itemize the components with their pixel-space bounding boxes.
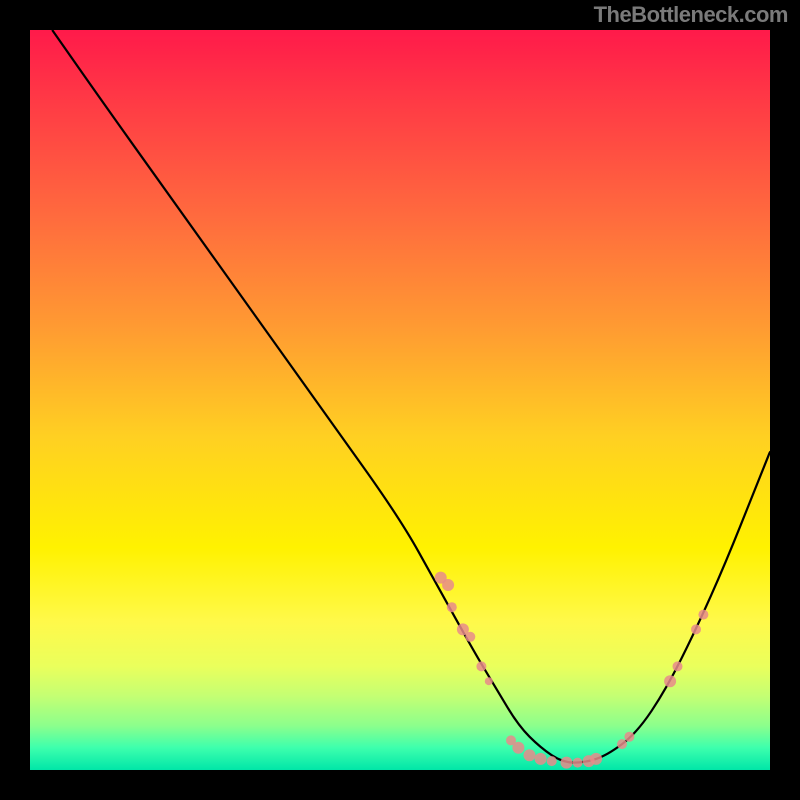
data-marker — [624, 732, 634, 742]
data-marker — [573, 758, 583, 768]
data-marker — [617, 739, 627, 749]
data-marker — [442, 579, 454, 591]
data-marker — [485, 677, 493, 685]
curve-line — [52, 30, 770, 763]
data-marker — [698, 610, 708, 620]
data-marker — [691, 624, 701, 634]
plot-area — [30, 30, 770, 770]
data-marker — [524, 749, 536, 761]
data-marker — [561, 757, 573, 769]
attribution-label: TheBottleneck.com — [594, 2, 788, 28]
data-marker — [476, 661, 486, 671]
data-marker — [465, 632, 475, 642]
data-marker — [535, 753, 547, 765]
marker-group — [435, 572, 709, 769]
data-marker — [447, 602, 457, 612]
data-marker — [664, 675, 676, 687]
data-marker — [512, 742, 524, 754]
data-marker — [673, 661, 683, 671]
data-marker — [547, 756, 557, 766]
chart-svg — [30, 30, 770, 770]
data-marker — [590, 753, 602, 765]
